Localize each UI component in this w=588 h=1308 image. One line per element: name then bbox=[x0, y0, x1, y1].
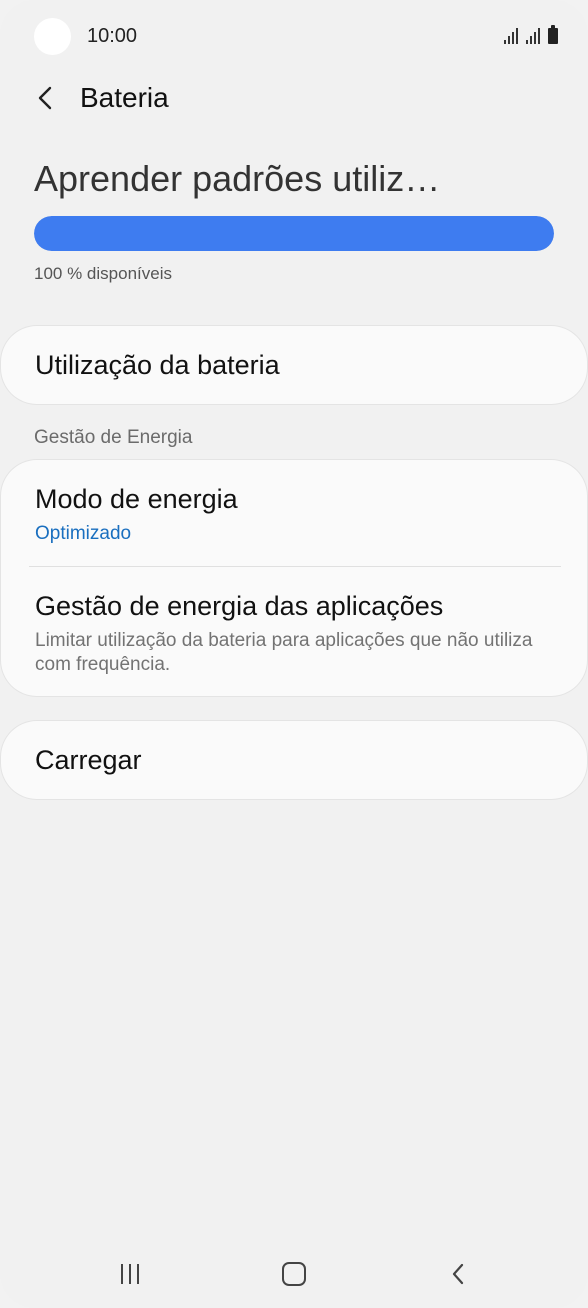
battery-usage-label: Utilização da bateria bbox=[35, 350, 280, 380]
battery-progress-bar bbox=[34, 216, 554, 251]
signal-icon bbox=[526, 28, 540, 44]
battery-usage-item[interactable]: Utilização da bateria bbox=[1, 326, 587, 404]
power-mode-item[interactable]: Modo de energia Optimizado bbox=[1, 460, 587, 566]
energy-management-card: Modo de energia Optimizado Gestão de ene… bbox=[1, 460, 587, 696]
camera-cutout bbox=[34, 18, 71, 55]
page-title: Bateria bbox=[80, 82, 169, 113]
back-button[interactable] bbox=[428, 1256, 488, 1292]
status-time: 10:00 bbox=[87, 25, 138, 47]
header: Bateria bbox=[0, 70, 588, 126]
recent-apps-icon bbox=[121, 1264, 139, 1284]
power-mode-value: Optimizado bbox=[35, 523, 132, 544]
battery-progress-fill bbox=[34, 216, 554, 251]
app-power-management-label: Gestão de energia das aplicações bbox=[35, 591, 444, 621]
navigation-bar bbox=[0, 1240, 588, 1308]
back-icon bbox=[452, 1263, 464, 1285]
chevron-left-icon[interactable] bbox=[30, 80, 60, 116]
app-power-management-item[interactable]: Gestão de energia das aplicações Limitar… bbox=[1, 567, 587, 696]
app-power-management-description: Limitar utilização da bateria para aplic… bbox=[35, 630, 533, 675]
battery-available-text: 100 % disponíveis bbox=[34, 264, 172, 283]
recent-apps-button[interactable] bbox=[100, 1256, 160, 1292]
status-bar: 10:00 bbox=[0, 0, 588, 74]
battery-status-heading: Aprender padrões utiliz… bbox=[34, 158, 441, 199]
screen: 10:00 Bateria Aprender padrões utiliz… 1… bbox=[0, 0, 588, 1308]
charging-label: Carregar bbox=[35, 745, 142, 775]
home-button[interactable] bbox=[264, 1256, 324, 1292]
battery-icon bbox=[548, 25, 558, 44]
status-icons bbox=[504, 25, 558, 44]
section-label: Gestão de Energia bbox=[34, 427, 193, 448]
charging-item[interactable]: Carregar bbox=[1, 721, 587, 799]
signal-icon bbox=[504, 28, 518, 44]
power-mode-label: Modo de energia bbox=[35, 484, 238, 514]
home-icon bbox=[282, 1262, 306, 1286]
